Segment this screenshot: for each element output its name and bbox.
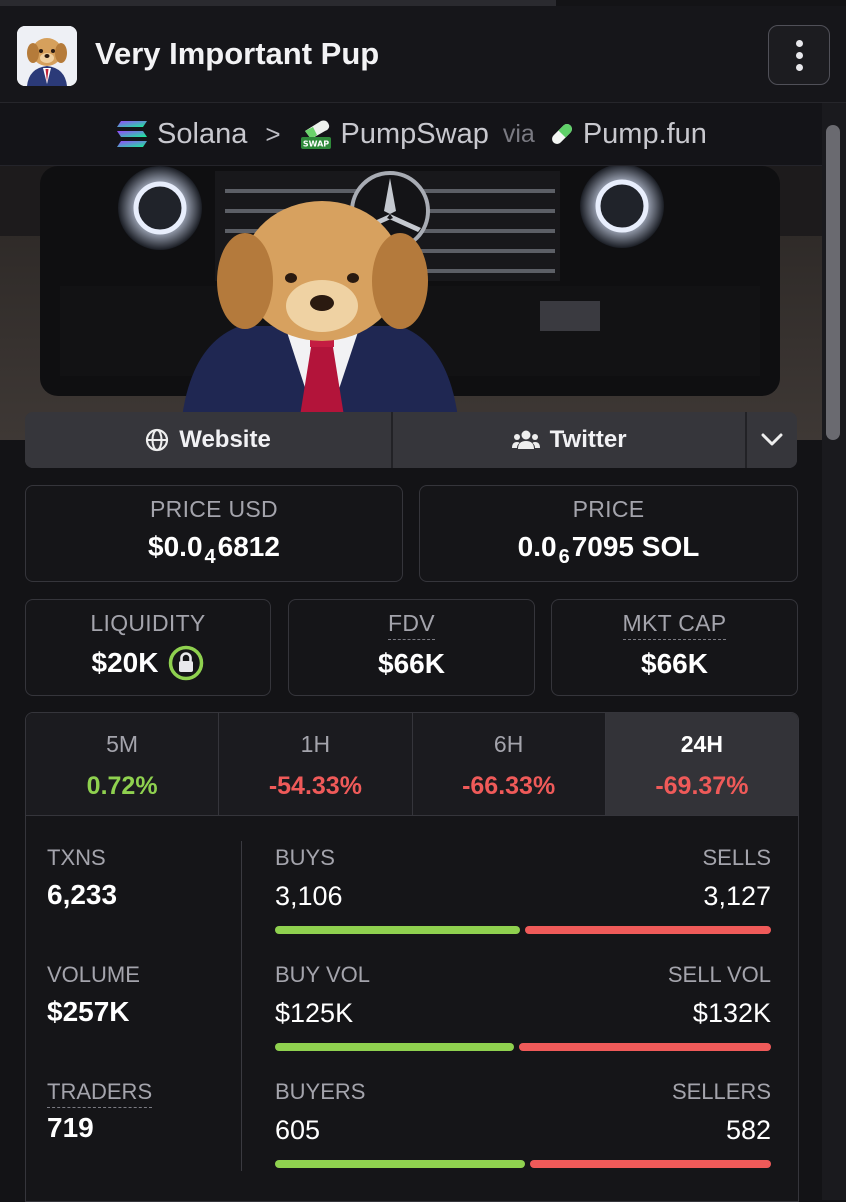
change-6h: -66.33% xyxy=(462,772,556,800)
globe-icon xyxy=(146,428,169,452)
social-links-row: Website Twitter xyxy=(25,412,797,468)
change-24h: -69.37% xyxy=(655,772,749,800)
sells-value: 3,127 xyxy=(703,881,771,911)
tab-24h[interactable]: 24H -69.37% xyxy=(605,713,798,815)
website-label: Website xyxy=(179,426,271,453)
change-5m: 0.72% xyxy=(86,772,158,800)
svg-text:SWAP: SWAP xyxy=(302,140,328,149)
price-usd-value: $0.0 46812 xyxy=(148,531,280,568)
scrollbar-thumb[interactable] xyxy=(826,125,840,440)
pill-icon xyxy=(551,124,572,144)
mkt-cap-value: $66K xyxy=(641,648,708,679)
fdv-value: $66K xyxy=(378,648,445,679)
chain-name: Solana xyxy=(157,117,248,150)
price-native-value: 0.0 67095 SOL xyxy=(517,531,700,568)
traders-value: 719 xyxy=(47,1112,94,1143)
website-button[interactable]: Website xyxy=(25,412,394,468)
txns-value: 6,233 xyxy=(47,879,118,910)
liquidity-label: LIQUIDITY xyxy=(90,610,206,636)
buyers-bar-fill xyxy=(275,1160,526,1168)
more-links-button[interactable] xyxy=(747,412,797,468)
price-native-card: PRICE 0.0 67095 SOL xyxy=(419,485,798,582)
price-native-label: PRICE xyxy=(572,496,645,522)
buys-sells-bar xyxy=(275,926,771,934)
buyers-value: 605 xyxy=(275,1115,321,1145)
change-1h: -54.33% xyxy=(268,772,362,800)
volume-value: $257K xyxy=(47,996,130,1027)
dex-name: PumpSwap xyxy=(340,117,489,150)
buy-vol-bar-fill xyxy=(275,1043,514,1051)
fdv-card: FDV $66K xyxy=(288,599,535,696)
liquidity-value: $20K xyxy=(91,647,159,678)
liquidity-card: LIQUIDITY $20K xyxy=(25,599,271,696)
token-avatar xyxy=(17,26,77,86)
breadcrumb: Solana > SWAP PumpSwap via Pump.fun xyxy=(0,103,822,166)
price-usd-card: PRICE USD $0.0 46812 xyxy=(25,485,403,582)
sellers-bar-fill xyxy=(530,1160,771,1168)
pumpswap-icon: SWAP xyxy=(300,120,331,149)
volume-split-stat: BUY VOL SELL VOL $125K $132K xyxy=(275,962,771,1051)
tab-1h[interactable]: 1H -54.33% xyxy=(219,713,413,815)
buy-vol-value: $125K xyxy=(275,998,354,1028)
solana-icon xyxy=(117,121,148,147)
fdv-label[interactable]: FDV xyxy=(388,610,435,640)
txns-stat: TXNS 6,233 xyxy=(47,845,118,910)
mkt-cap-label[interactable]: MKT CAP xyxy=(622,610,727,640)
tab-6h[interactable]: 6H -66.33% xyxy=(412,713,606,815)
kebab-menu-icon xyxy=(795,39,803,47)
price-usd-label: PRICE USD xyxy=(150,496,278,522)
token-title: Very Important Pup xyxy=(95,36,380,71)
lock-icon[interactable] xyxy=(168,645,204,681)
more-menu-button[interactable] xyxy=(768,25,830,85)
breadcrumb-chain[interactable]: Solana xyxy=(115,118,247,151)
timeframe-tabs: 5M 0.72% 1H -54.33% 6H -66.33% 24H -69.3… xyxy=(26,713,798,816)
twitter-button[interactable]: Twitter xyxy=(393,412,748,468)
twitter-label: Twitter xyxy=(549,426,627,453)
token-banner-image xyxy=(0,166,822,440)
sell-vol-bar-fill xyxy=(518,1043,771,1051)
buys-bar-fill xyxy=(275,926,520,934)
volume-split-bar xyxy=(275,1043,771,1051)
stats-panel: 5M 0.72% 1H -54.33% 6H -66.33% 24H -69.3… xyxy=(25,712,799,1202)
volume-stat: VOLUME $257K xyxy=(47,962,140,1027)
buys-sells-stat: BUYS SELLS 3,106 3,127 xyxy=(275,845,771,934)
sellers-value: 582 xyxy=(725,1115,771,1145)
stats-divider xyxy=(241,841,242,1171)
token-header: Very Important Pup xyxy=(0,6,846,103)
mkt-cap-card: MKT CAP $66K xyxy=(551,599,798,696)
breadcrumb-dex[interactable]: SWAP PumpSwap xyxy=(299,117,489,151)
buys-value: 3,106 xyxy=(275,881,343,911)
via-label: via xyxy=(502,119,535,148)
sell-vol-value: $132K xyxy=(692,998,771,1028)
breadcrumb-separator: > xyxy=(265,118,281,149)
breadcrumb-launchpad[interactable]: Pump.fun xyxy=(549,118,707,151)
buyers-sellers-bar xyxy=(275,1160,771,1168)
launchpad-name: Pump.fun xyxy=(582,117,707,150)
users-icon xyxy=(511,430,540,449)
traders-stat: TRADERS 719 xyxy=(47,1079,153,1143)
buyers-sellers-stat: BUYERS SELLERS 605 582 xyxy=(275,1079,771,1168)
tab-5m[interactable]: 5M 0.72% xyxy=(26,713,220,815)
chevron-down-icon xyxy=(761,433,783,446)
sells-bar-fill xyxy=(524,926,771,934)
